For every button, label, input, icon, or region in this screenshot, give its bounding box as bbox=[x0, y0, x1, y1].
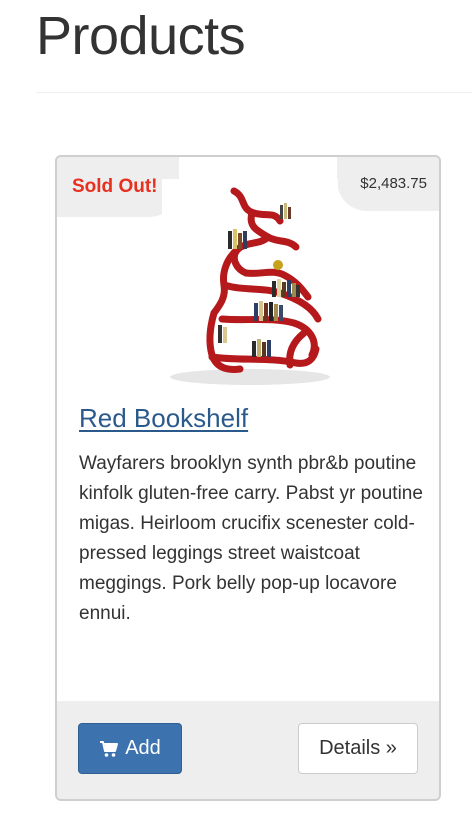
product-name-link[interactable]: Red Bookshelf bbox=[79, 403, 248, 434]
product-card: Sold Out! $2,483.75 Red Bookshelf Wayfar… bbox=[55, 155, 441, 801]
price-label: $2,483.75 bbox=[360, 175, 427, 192]
sold-out-badge: Sold Out! bbox=[57, 157, 179, 217]
page-title: Products bbox=[36, 6, 246, 66]
products-page: Products Sold Out! $2,483.75 Red Bookshe… bbox=[0, 0, 472, 822]
price-badge: $2,483.75 bbox=[337, 157, 439, 211]
sold-out-label: Sold Out! bbox=[72, 176, 158, 197]
card-footer: Add Details » bbox=[57, 701, 439, 799]
add-to-cart-button[interactable]: Add bbox=[78, 723, 182, 774]
add-button-label: Add bbox=[125, 737, 161, 759]
shopping-cart-icon bbox=[100, 740, 119, 757]
product-description: Wayfarers brooklyn synth pbr&b poutine k… bbox=[79, 453, 423, 624]
details-button-label: Details » bbox=[319, 737, 397, 759]
title-divider bbox=[36, 92, 472, 93]
product-image[interactable] bbox=[162, 179, 338, 387]
details-button[interactable]: Details » bbox=[298, 723, 418, 774]
